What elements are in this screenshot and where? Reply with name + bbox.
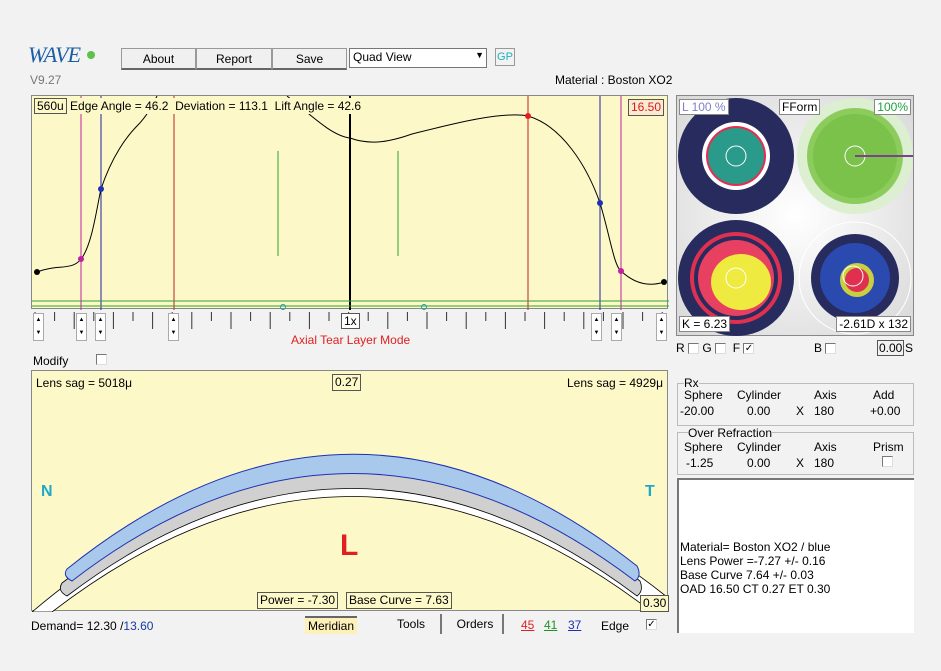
curve-point — [618, 268, 624, 274]
cylinder-value: -2.61D x 132 — [836, 316, 911, 332]
right-percent: 100% — [874, 99, 911, 115]
fform-label[interactable]: FForm — [779, 99, 821, 115]
topography-quad[interactable]: L 100 % FForm 100% K = 6.23 -2.61D x 132 — [676, 95, 914, 336]
r-label: R — [676, 341, 685, 355]
summary-line: Base Curve 7.64 +/- 0.03 — [680, 568, 814, 582]
curve-point — [78, 256, 84, 262]
b-checkbox[interactable] — [825, 343, 837, 355]
tools-tab[interactable]: Tools — [382, 614, 442, 634]
material-label: Material : Boston XO2 — [555, 73, 673, 87]
curve-point — [34, 269, 40, 275]
modify-label: Modify — [33, 354, 69, 368]
prism-checkbox[interactable] — [882, 456, 893, 467]
link-45[interactable]: 45 — [521, 618, 534, 632]
rx-group: Rx Sphere Cylinder Axis Add -20.00 0.00 … — [677, 376, 914, 426]
summary-line: OAD 16.50 CT 0.27 ET 0.30 — [680, 582, 831, 596]
gp-button[interactable]: GP — [495, 48, 515, 66]
tear-layer-curve — [36, 96, 158, 273]
header: Cylinder — [737, 388, 782, 402]
diameter-label: 16.50 — [627, 99, 664, 116]
header: Sphere — [684, 440, 723, 454]
over-refraction-group: Over Refraction Sphere Cylinder Axis Pri… — [677, 426, 914, 475]
spin-control[interactable]: ▲ ▼ — [611, 313, 622, 341]
chevron-down-icon: ▼ — [475, 50, 484, 60]
zoom-label[interactable]: 1x — [341, 313, 360, 329]
report-button[interactable]: Report — [196, 48, 272, 70]
nasal-label: N — [41, 483, 53, 500]
center-thickness: 0.27 — [332, 374, 362, 391]
link-41[interactable]: 41 — [544, 618, 557, 632]
deviation: Deviation = 113.1 — [175, 99, 268, 113]
b-label: B — [814, 341, 823, 355]
lift-angle: Lift Angle = 42.6 — [274, 99, 362, 113]
spin-control[interactable]: ▲ ▼ — [76, 313, 87, 341]
header: Axis — [814, 388, 837, 402]
rx-axis[interactable]: 180 — [814, 404, 834, 418]
header: Axis — [814, 440, 837, 454]
tear-layer-profile-chart[interactable]: 560u Edge Angle = 46.2 Deviation = 113.1… — [31, 95, 669, 310]
header: Cylinder — [737, 440, 782, 454]
x-label: X — [796, 456, 805, 470]
spin-control[interactable]: ▲ ▼ — [656, 313, 667, 341]
lens-sag-right: Lens sag = 4929μ — [567, 376, 663, 390]
rx-cylinder[interactable]: 0.00 — [747, 404, 770, 418]
edge-thickness: 0.30 — [640, 595, 670, 612]
demand-label: Demand= 12.30 / — [31, 619, 124, 633]
over-refraction-title: Over Refraction — [688, 426, 773, 440]
or-cylinder[interactable]: 0.00 — [747, 456, 770, 470]
curve-point — [525, 113, 531, 119]
scale-label: 560u — [34, 98, 67, 114]
view-select[interactable]: Quad View ▼ — [349, 48, 487, 68]
rx-sphere[interactable]: -20.00 — [680, 404, 714, 418]
base-curve-label: Base Curve = 7.63 — [346, 592, 452, 609]
curve-point — [661, 279, 667, 285]
spin-control[interactable]: ▲ ▼ — [591, 313, 602, 341]
about-button[interactable]: About — [121, 48, 196, 70]
or-axis[interactable]: 180 — [814, 456, 834, 470]
edge-angle: Edge Angle = 46.2 — [70, 99, 169, 113]
mode-label: Axial Tear Layer Mode — [291, 333, 411, 347]
temporal-label: T — [645, 483, 655, 500]
s-label: S — [905, 341, 914, 355]
g-label: G — [702, 341, 712, 355]
edge-label: Edge — [601, 619, 630, 633]
modify-checkbox[interactable] — [96, 354, 107, 365]
g-checkbox[interactable] — [715, 343, 727, 355]
left-percent: L 100 % — [679, 99, 729, 115]
status-indicator — [87, 51, 95, 59]
x-label: X — [796, 404, 805, 418]
view-select-value: Quad View — [353, 50, 412, 64]
summary-line: Lens Power =-7.27 +/- 0.16 — [680, 554, 826, 568]
spin-control[interactable]: ▲ ▼ — [95, 313, 106, 341]
orders-tab[interactable]: Orders — [448, 614, 504, 634]
tear-layer-curve — [286, 96, 665, 285]
or-sphere[interactable]: -1.25 — [686, 456, 713, 470]
save-button[interactable]: Save — [272, 48, 347, 70]
power-label: Power = -7.30 — [257, 592, 339, 609]
curve-point — [98, 186, 104, 192]
summary-line: Material= Boston XO2 / blue — [680, 540, 831, 554]
link-37[interactable]: 37 — [568, 618, 581, 632]
edge-checkbox[interactable]: ✓ — [646, 619, 657, 630]
meridian-tab[interactable]: Meridian — [305, 616, 357, 634]
eye-label: L — [340, 529, 359, 562]
lens-sag-left: Lens sag = 5018μ — [36, 376, 132, 390]
curve-point — [597, 200, 603, 206]
spin-control[interactable]: ▲ ▼ — [33, 313, 44, 341]
demand-value: 13.60 — [123, 619, 154, 633]
lens-cross-section[interactable]: Lens sag = 5018μ Lens sag = 4929μ 0.27 N… — [31, 370, 670, 612]
r-checkbox[interactable] — [688, 343, 700, 355]
version-label: V9.27 — [30, 73, 62, 87]
header: Sphere — [684, 388, 723, 402]
logo: WAVE — [28, 42, 81, 67]
f-label: F — [732, 341, 741, 355]
k-value: K = 6.23 — [679, 316, 731, 332]
header: Prism — [873, 440, 904, 454]
f-checkbox[interactable]: ✓ — [743, 343, 755, 355]
spin-control[interactable]: ▲ ▼ — [168, 313, 179, 341]
header: Add — [873, 388, 895, 402]
summary-box: Material= Boston XO2 / blue Lens Power =… — [677, 478, 914, 633]
rx-add[interactable]: +0.00 — [870, 404, 900, 418]
s-input[interactable]: 0.00 — [877, 340, 905, 356]
